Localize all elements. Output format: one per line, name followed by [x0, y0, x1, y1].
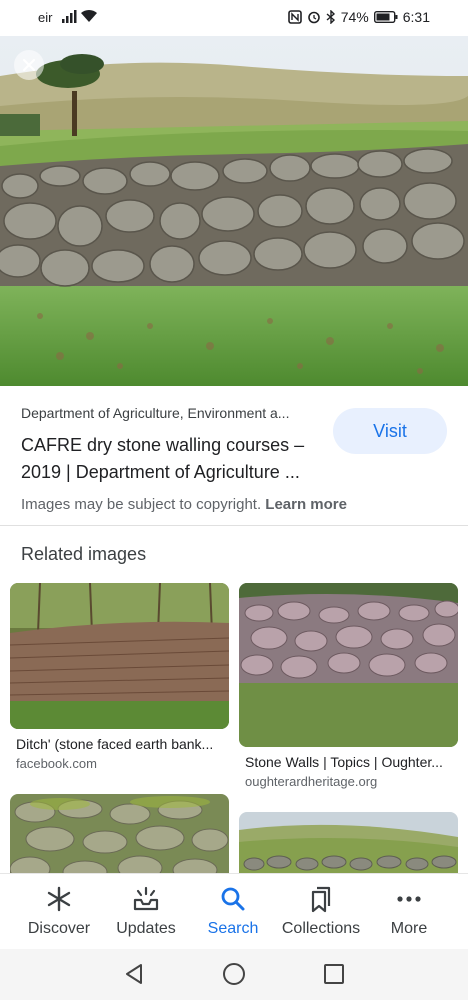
related-image-1-picture [10, 583, 229, 729]
source-site[interactable]: Department of Agriculture, Environment a… [21, 405, 313, 421]
related-caption-1[interactable]: Ditch' (stone faced earth bank... [16, 736, 228, 752]
inbox-icon [133, 886, 159, 911]
learn-more-link[interactable]: Learn more [265, 496, 347, 513]
bottom-navigation: Discover Updates Search Collections More [0, 873, 468, 949]
wifi-icon [81, 9, 97, 22]
nav-search[interactable]: Search [188, 874, 278, 950]
battery-percent: 74% [340, 9, 369, 25]
result-title-line2: 2019 | Department of Agriculture ... [21, 462, 300, 482]
nav-updates[interactable]: Updates [101, 874, 191, 950]
divider [0, 525, 468, 526]
nfc-icon [287, 10, 302, 24]
nav-more[interactable]: More [364, 874, 454, 950]
back-icon[interactable] [123, 962, 145, 986]
system-navigation-bar [0, 949, 468, 1000]
related-image-3-picture [10, 794, 229, 884]
home-icon[interactable] [222, 962, 246, 986]
result-title-line1: CAFRE dry stone walling courses – [21, 435, 305, 455]
related-domain-1: facebook.com [16, 756, 97, 771]
related-image-2-picture [239, 583, 458, 747]
main-image-viewer[interactable] [0, 36, 468, 386]
result-title[interactable]: CAFRE dry stone walling courses – 2019 |… [21, 432, 331, 486]
related-image-1[interactable] [10, 583, 229, 729]
status-bar: eir 74% 6:31 [0, 0, 468, 36]
result-info: Department of Agriculture, Environment a… [0, 386, 468, 526]
clock-time: 6:31 [402, 9, 430, 25]
nav-updates-label: Updates [116, 920, 176, 937]
nav-discover[interactable]: Discover [14, 874, 104, 950]
related-image-2[interactable] [239, 583, 458, 747]
nav-search-label: Search [207, 920, 259, 937]
recents-icon[interactable] [323, 962, 345, 986]
carrier-name: eir [38, 10, 53, 25]
asterisk-icon [47, 886, 71, 912]
search-icon [221, 887, 245, 911]
alarm-icon [307, 11, 320, 24]
related-image-3[interactable] [10, 794, 229, 884]
related-images-heading: Related images [21, 544, 147, 564]
bluetooth-icon [326, 10, 335, 24]
more-dots-icon [397, 896, 421, 902]
related-domain-2: oughterardheritage.org [245, 774, 378, 789]
status-right: 74% 6:31 [287, 9, 430, 25]
battery-icon [373, 11, 398, 23]
bookmarks-icon [311, 886, 331, 913]
copyright-text: Images may be subject to copyright. [21, 496, 262, 513]
nav-more-label: More [390, 920, 428, 937]
signal-icon [62, 10, 77, 23]
visit-button[interactable]: Visit [333, 408, 447, 454]
main-image [0, 36, 468, 386]
close-button[interactable] [14, 50, 44, 80]
related-caption-2[interactable]: Stone Walls | Topics | Oughter... [245, 754, 457, 770]
nav-collections[interactable]: Collections [275, 874, 367, 950]
copyright-notice: Images may be subject to copyright. Lear… [21, 496, 347, 513]
nav-collections-label: Collections [281, 920, 361, 937]
close-icon [23, 59, 35, 71]
nav-discover-label: Discover [27, 920, 91, 937]
